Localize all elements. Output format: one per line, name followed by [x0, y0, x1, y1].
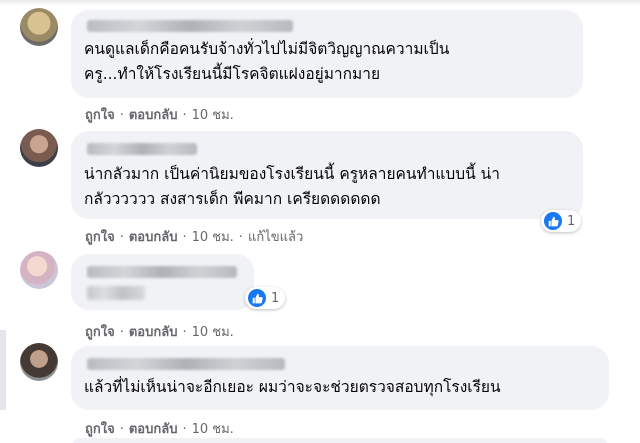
separator: · — [182, 108, 187, 123]
comment-bubble — [71, 438, 609, 443]
comment-actions: ถูกใจ · ตอบกลับ · 10 ชม. — [85, 321, 234, 342]
comment-bubble: น่ากลัวมาก เป็นค่านิยมของโรงเรียนนี้ ครู… — [71, 131, 583, 219]
timestamp[interactable]: 10 ชม. — [192, 418, 234, 439]
timestamp[interactable]: 10 ชม. — [192, 321, 234, 342]
commenter-name-blurred[interactable] — [87, 266, 237, 278]
comment-text-line: กลัวววววว สงสารเด็ก พีคมาก เครียดดดดดด — [84, 190, 381, 208]
reaction-count[interactable]: 1 — [541, 210, 582, 232]
comment-actions: ถูกใจ · ตอบกลับ · 10 ชม. · แก้ไขแล้ว — [85, 226, 303, 247]
comment-actions: ถูกใจ · ตอบกลับ · 10 ชม. — [85, 104, 234, 125]
reaction-count-number: 1 — [567, 213, 576, 229]
commenter-name-blurred[interactable] — [87, 143, 197, 155]
thread-indent-line — [0, 330, 6, 410]
comment-text-blurred — [87, 286, 145, 300]
separator: · — [182, 230, 187, 245]
timestamp[interactable]: 10 ชม. — [192, 104, 234, 125]
like-link[interactable]: ถูกใจ — [85, 418, 115, 439]
avatar[interactable] — [20, 8, 58, 46]
comment-text-line: คนดูแลเด็กคือคนรับจ้างทั่วไปไม่มีจิตวิญญ… — [84, 40, 450, 58]
commenter-name-blurred[interactable] — [87, 20, 293, 32]
reply-link[interactable]: ตอบกลับ — [129, 104, 178, 125]
edited-label[interactable]: แก้ไขแล้ว — [248, 226, 303, 247]
like-link[interactable]: ถูกใจ — [85, 226, 115, 247]
top-divider — [0, 0, 640, 6]
like-link[interactable]: ถูกใจ — [85, 321, 115, 342]
comment-bubble: แล้วที่ไม่เห็นน่าจะอีกเยอะ ผมว่าจะจะช่วย… — [71, 346, 609, 410]
separator: · — [182, 325, 187, 340]
reaction-count[interactable]: 1 — [245, 287, 286, 309]
comment-text-line: น่ากลัวมาก เป็นค่านิยมของโรงเรียนนี้ ครู… — [84, 165, 500, 183]
separator: · — [119, 325, 124, 340]
reaction-count-number: 1 — [271, 290, 280, 306]
avatar[interactable] — [20, 129, 58, 167]
reply-link[interactable]: ตอบกลับ — [129, 321, 178, 342]
timestamp[interactable]: 10 ชม. — [192, 226, 234, 247]
comment-text-line: แล้วที่ไม่เห็นน่าจะอีกเยอะ ผมว่าจะจะช่วย… — [84, 378, 501, 396]
separator: · — [238, 230, 243, 245]
avatar[interactable] — [20, 343, 58, 381]
avatar[interactable] — [20, 251, 58, 289]
reply-link[interactable]: ตอบกลับ — [129, 226, 178, 247]
comment-text-line: ครู...ทำให้โรงเรียนนี้มีโรคจิตแฝงอยู่มาก… — [84, 65, 381, 83]
like-icon — [544, 212, 562, 230]
separator: · — [119, 230, 124, 245]
like-icon — [248, 289, 266, 307]
comment-actions: ถูกใจ · ตอบกลับ · 10 ชม. — [85, 418, 234, 439]
comment-bubble — [71, 254, 254, 310]
separator: · — [182, 422, 187, 437]
separator: · — [119, 422, 124, 437]
comment-bubble: คนดูแลเด็กคือคนรับจ้างทั่วไปไม่มีจิตวิญญ… — [71, 10, 583, 98]
separator: · — [119, 108, 124, 123]
reply-link[interactable]: ตอบกลับ — [129, 418, 178, 439]
like-link[interactable]: ถูกใจ — [85, 104, 115, 125]
commenter-name-blurred[interactable] — [87, 358, 285, 370]
comment-thread: คนดูแลเด็กคือคนรับจ้างทั่วไปไม่มีจิตวิญญ… — [0, 0, 640, 443]
